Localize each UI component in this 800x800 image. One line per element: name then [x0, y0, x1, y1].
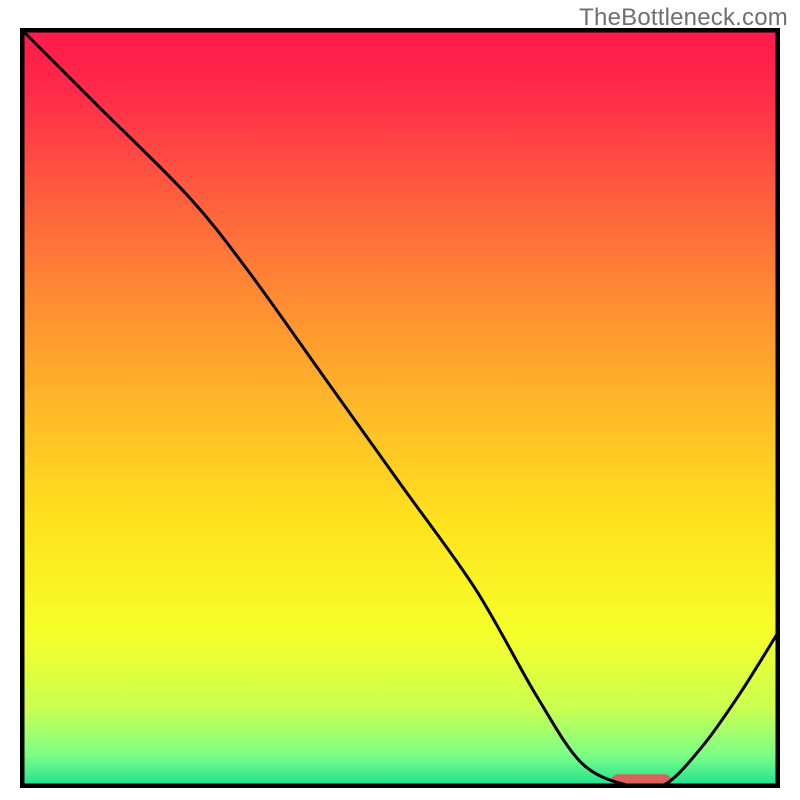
chart-container: TheBottleneck.com: [0, 0, 800, 800]
plot-area: [20, 28, 780, 788]
chart-svg: [20, 28, 780, 788]
